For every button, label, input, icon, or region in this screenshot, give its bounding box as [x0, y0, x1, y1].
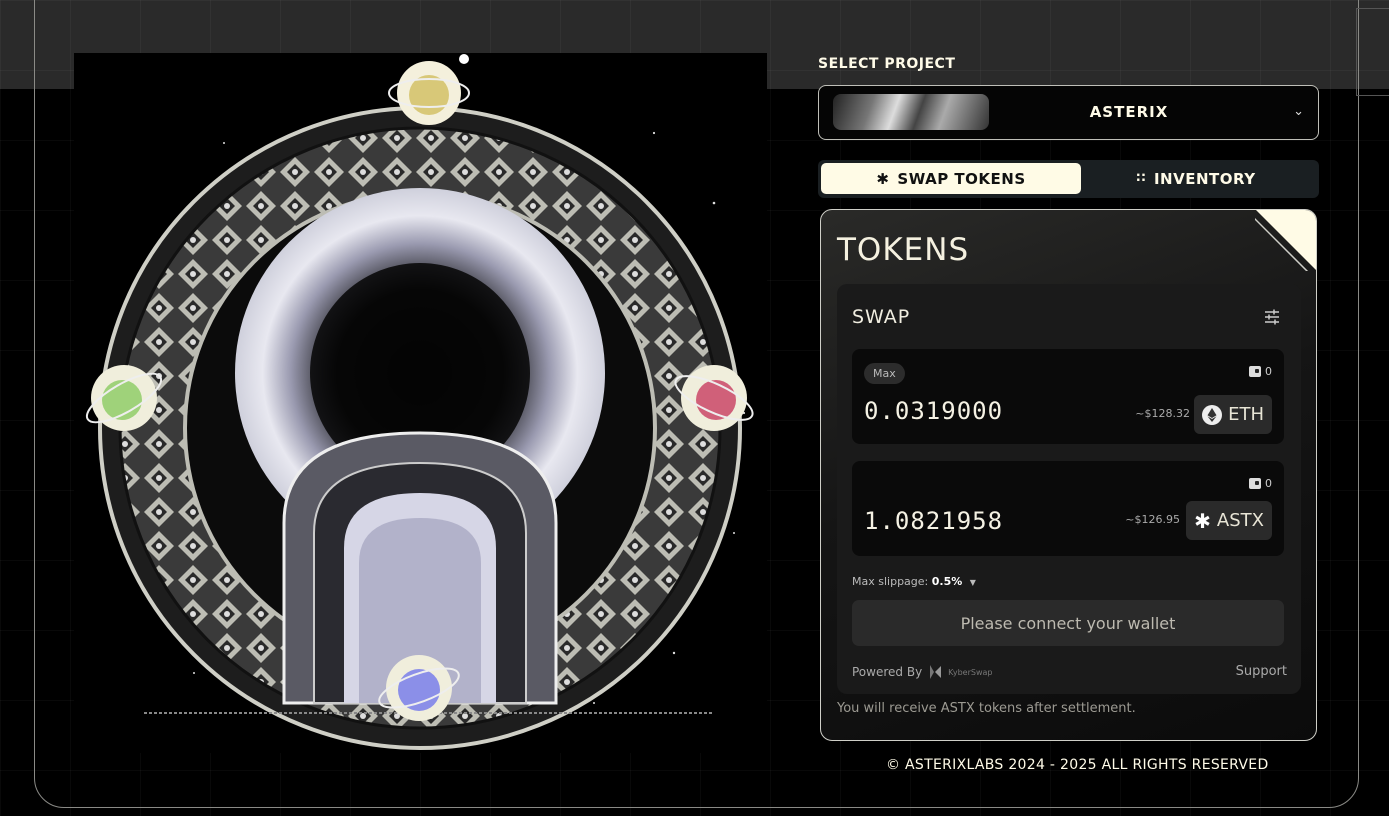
tab-label: INVENTORY	[1153, 169, 1256, 188]
slippage-control[interactable]: Max slippage: 0.5% ▼	[852, 575, 976, 588]
asterisk-icon: ✱	[876, 169, 890, 188]
swap-panel: SWAP Max 0 0.0319000 ~$128.32 ETH 0 1.08…	[837, 284, 1301, 694]
support-link[interactable]: Support	[1236, 664, 1287, 679]
tab-inventory[interactable]: ∷ INVENTORY	[1066, 163, 1326, 194]
slippage-value: 0.5%	[931, 575, 963, 588]
grid-dots-icon: ∷	[1136, 171, 1146, 186]
tab-swap-tokens[interactable]: ✱ SWAP TOKENS	[821, 163, 1081, 194]
to-balance: 0	[1249, 477, 1272, 490]
sliders-icon[interactable]	[1263, 308, 1281, 326]
from-amount-input[interactable]: 0.0319000	[864, 397, 1003, 425]
wallet-icon	[1249, 478, 1261, 489]
portal-illustration	[85, 54, 754, 750]
swap-title: SWAP	[852, 306, 911, 328]
project-name: ASTERIX	[1089, 103, 1169, 121]
balance-value: 0	[1265, 365, 1272, 378]
from-token-selector[interactable]: ETH	[1194, 395, 1272, 434]
project-thumbnail	[833, 94, 989, 130]
provider-name: KyberSwap	[948, 667, 993, 677]
token-symbol: ASTX	[1216, 510, 1264, 531]
from-token-row: Max 0 0.0319000 ~$128.32 ETH	[852, 349, 1284, 444]
eth-icon	[1202, 404, 1223, 425]
copyright-footer: © ASTERIXLABS 2024 - 2025 ALL RIGHTS RES…	[886, 757, 1269, 773]
max-button[interactable]: Max	[864, 363, 905, 384]
balance-value: 0	[1265, 477, 1272, 490]
to-usd-value: ~$126.95	[1125, 513, 1180, 526]
to-amount-input[interactable]: 1.0821958	[864, 507, 1003, 535]
card-corner-decoration	[1255, 210, 1316, 271]
connect-wallet-button[interactable]: Please connect your wallet	[852, 600, 1284, 646]
caret-down-icon: ▼	[969, 578, 976, 587]
slippage-label: Max slippage:	[852, 575, 929, 588]
tokens-title: TOKENS	[837, 232, 970, 268]
chevron-down-icon: ⌄	[1293, 104, 1304, 119]
portal-artwork	[74, 53, 767, 753]
tokens-card: TOKENS SWAP Max 0 0.0319000 ~$128.32 ETH…	[820, 209, 1317, 741]
kyberswap-logo-icon	[930, 665, 942, 679]
asterisk-icon: ✱	[1194, 508, 1211, 533]
wallet-icon	[1249, 366, 1261, 377]
from-usd-value: ~$128.32	[1135, 407, 1190, 420]
receive-note: You will receive ASTX tokens after settl…	[837, 701, 1136, 716]
project-select-dropdown[interactable]: ASTERIX ⌄	[818, 85, 1319, 140]
tab-bar: ✱ SWAP TOKENS ∷ INVENTORY	[818, 160, 1319, 198]
tab-label: SWAP TOKENS	[897, 169, 1026, 188]
powered-by-label: Powered By	[852, 665, 923, 679]
token-symbol: ETH	[1228, 404, 1264, 425]
to-token-selector[interactable]: ✱ ASTX	[1186, 501, 1272, 540]
from-balance: 0	[1249, 365, 1272, 378]
corner-decoration	[1356, 8, 1389, 96]
to-token-row: 0 1.0821958 ~$126.95 ✱ ASTX	[852, 461, 1284, 556]
select-project-label: SELECT PROJECT	[818, 56, 956, 72]
powered-by: Powered By KyberSwap	[852, 664, 992, 680]
